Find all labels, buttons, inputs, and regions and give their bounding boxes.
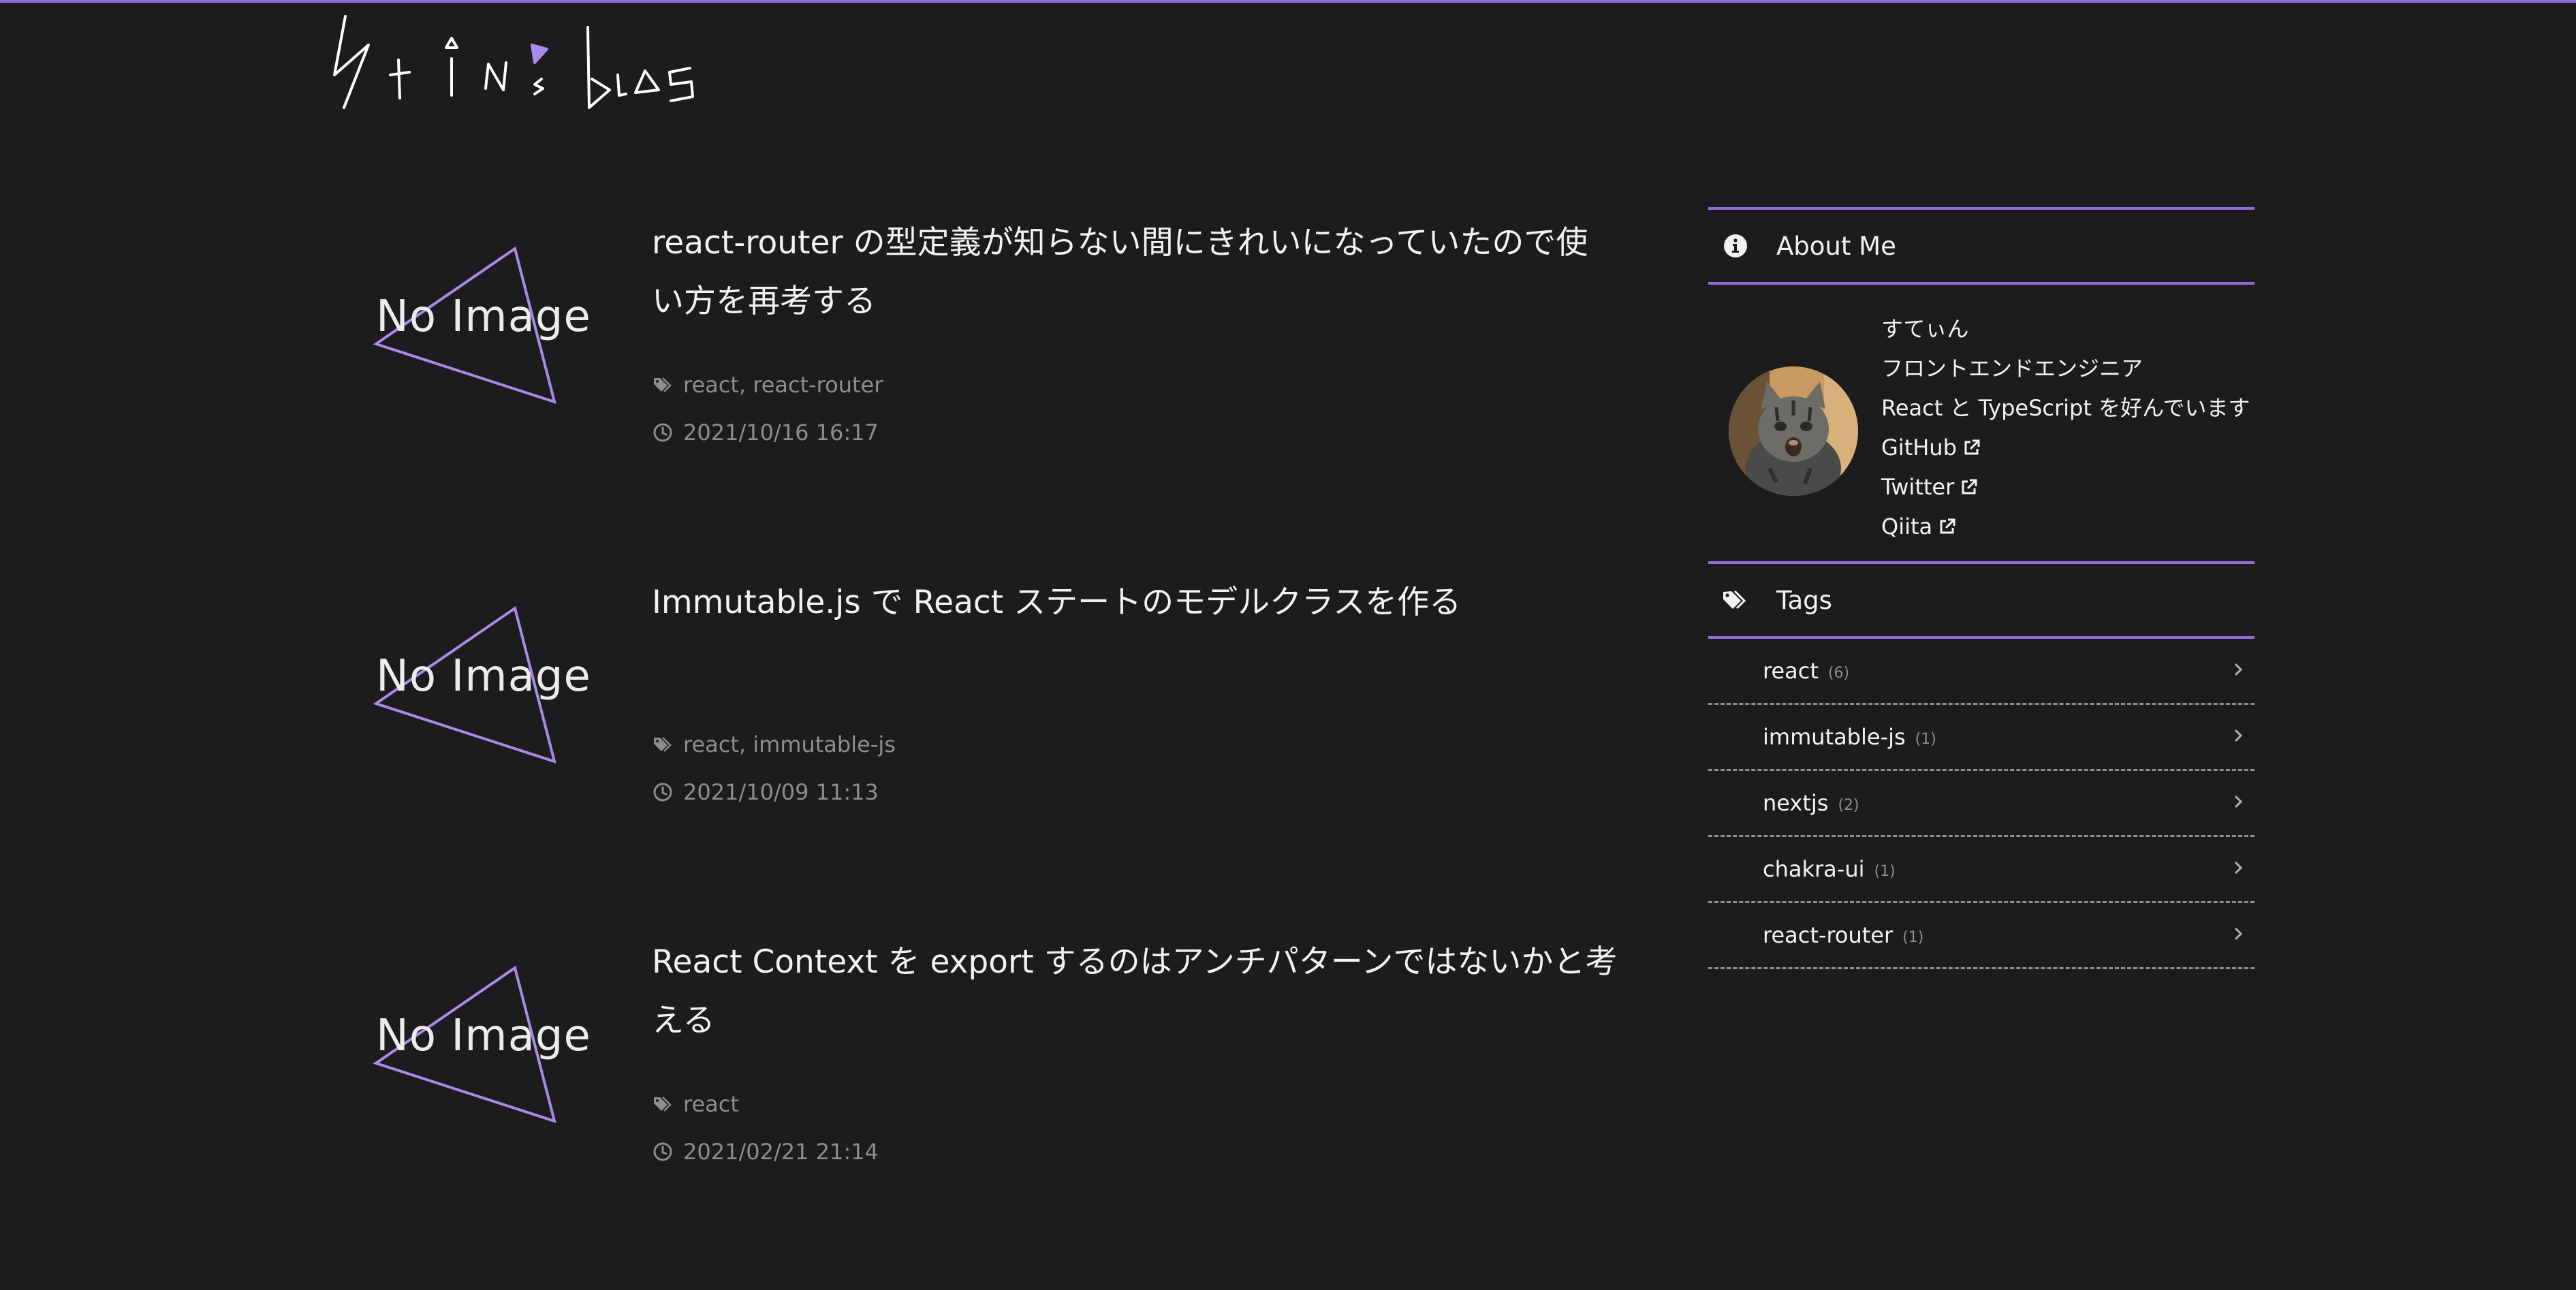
clock-icon (653, 1142, 672, 1161)
chevron-right-icon (2234, 729, 2243, 742)
about-me-header: About Me (1708, 210, 2255, 282)
post-tags: react (652, 1091, 739, 1117)
post-thumbnail[interactable]: No Image (368, 217, 591, 421)
post-card[interactable]: No Image React Context を export するのはアンチパ… (368, 936, 1617, 1290)
top-accent-border (0, 0, 2576, 3)
tags-widget: Tags react (6) immutable-js (1) nextjs (… (1708, 561, 2255, 969)
tag-item[interactable]: nextjs (2) (1708, 771, 2255, 837)
tag-name[interactable]: react-router (1763, 922, 1893, 948)
tags-header: Tags (1708, 564, 2255, 636)
external-link-icon (1962, 479, 1977, 494)
post-title[interactable]: react-router の型定義が知らない間にきれいになっていたので使い方を再… (652, 214, 1619, 331)
tag-name[interactable]: immutable-js (1763, 724, 1906, 750)
about-me-body: すてぃん フロントエンドエンジニア React と TypeScript を好ん… (1708, 285, 2255, 561)
tags-icon (1723, 590, 1746, 610)
tag-count: (1) (1915, 730, 1936, 748)
tag-count: (2) (1838, 796, 1859, 814)
tag-name[interactable]: nextjs (1763, 790, 1828, 816)
tag-count: (1) (1902, 928, 1924, 946)
github-link-label[interactable]: GitHub (1881, 428, 1957, 467)
site-logo[interactable] (330, 8, 725, 117)
author-bio: React と TypeScript を好んでいます (1881, 395, 2250, 421)
tag-item[interactable]: immutable-js (1) (1708, 705, 2255, 771)
twitter-link-label[interactable]: Twitter (1881, 467, 1954, 507)
chevron-right-icon (2234, 663, 2243, 676)
post-tags: react, react-router (652, 372, 883, 398)
twitter-link[interactable]: Twitter (1881, 467, 2250, 507)
tag-item[interactable]: chakra-ui (1) (1708, 837, 2255, 903)
external-link-icon (1964, 439, 1980, 455)
external-link-icon (1940, 518, 1955, 534)
tags-icon (654, 377, 672, 392)
post-date-text: 2021/10/09 11:13 (683, 779, 879, 805)
post-date: 2021/02/21 21:14 (652, 1139, 879, 1165)
post-thumbnail[interactable]: No Image (368, 576, 591, 781)
post-title[interactable]: Immutable.js で React ステートのモデルクラスを作る (652, 573, 1619, 632)
tags-icon (654, 1097, 672, 1112)
post-date-text: 2021/02/21 21:14 (683, 1139, 879, 1165)
avatar (1729, 366, 1858, 496)
thumbnail-label: No Image (376, 651, 591, 702)
tag-item[interactable]: react (6) (1708, 639, 2255, 705)
about-me-title: About Me (1776, 231, 1896, 261)
author-role: フロントエンドエンジニア (1881, 356, 2143, 381)
chevron-right-icon (2234, 861, 2243, 875)
thumbnail-label: No Image (376, 1011, 591, 1061)
tag-item[interactable]: react-router (1) (1708, 903, 2255, 969)
post-date-text: 2021/10/16 16:17 (683, 420, 879, 445)
about-me-widget: About Me すてぃん フロントエンドエンジニア React と TypeS… (1708, 207, 2255, 561)
post-tags-text[interactable]: react (683, 1091, 739, 1117)
chevron-right-icon (2234, 795, 2243, 808)
clock-icon (653, 423, 672, 442)
about-me-text: すてぃん フロントエンドエンジニア React と TypeScript を好ん… (1881, 309, 2250, 546)
sidebar: About Me すてぃん フロントエンドエンジニア React と TypeS… (1708, 207, 2255, 969)
post-tags-text[interactable]: react, react-router (683, 372, 883, 398)
tag-name[interactable]: chakra-ui (1763, 856, 1865, 882)
info-icon (1724, 234, 1747, 257)
post-card[interactable]: No Image react-router の型定義が知らない間にきれいになって… (368, 217, 1594, 571)
tag-count: (6) (1827, 664, 1850, 682)
author-name: すてぃん (1881, 316, 1969, 342)
post-thumbnail[interactable]: No Image (368, 936, 591, 1140)
thumbnail-label: No Image (376, 292, 591, 342)
post-title[interactable]: React Context を export するのはアンチパターンではないかと… (652, 933, 1619, 1050)
clock-icon (653, 783, 672, 802)
post-tags: react, immutable-js (652, 731, 896, 757)
post-tags-text[interactable]: react, immutable-js (683, 731, 896, 757)
tag-name[interactable]: react (1763, 658, 1819, 684)
qiita-link[interactable]: Qiita (1881, 507, 2250, 546)
qiita-link-label[interactable]: Qiita (1881, 507, 1932, 546)
tags-title: Tags (1776, 585, 1832, 615)
github-link[interactable]: GitHub (1881, 428, 2250, 467)
post-card[interactable]: No Image Immutable.js で React ステートのモデルクラ… (368, 576, 1594, 930)
tag-count: (1) (1874, 862, 1896, 880)
chevron-right-icon (2234, 927, 2243, 941)
post-date: 2021/10/16 16:17 (652, 420, 879, 445)
tags-icon (654, 737, 672, 752)
post-date: 2021/10/09 11:13 (652, 779, 879, 805)
tag-list: react (6) immutable-js (1) nextjs (2) ch… (1708, 639, 2255, 969)
